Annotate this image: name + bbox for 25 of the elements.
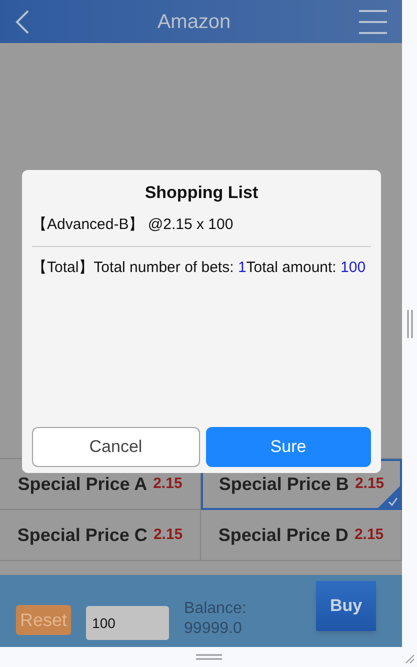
menu-icon[interactable] bbox=[358, 8, 388, 34]
sure-button[interactable]: Sure bbox=[206, 427, 371, 467]
option-odds: 2.15 bbox=[354, 524, 384, 545]
option-odds: 2.15 bbox=[153, 524, 183, 545]
scroll-grip-icon[interactable] bbox=[406, 310, 412, 338]
amount-field[interactable]: 100 bbox=[86, 606, 170, 640]
back-icon[interactable] bbox=[14, 8, 30, 34]
balance-value: 99999.0 bbox=[184, 619, 243, 639]
option-name: Special Price A bbox=[18, 472, 148, 496]
total-summary: 【Total】Total number of bets: 1Total amount: 100 bbox=[32, 258, 367, 278]
resize-grip-icon[interactable] bbox=[196, 654, 222, 660]
cancel-button[interactable]: Cancel bbox=[32, 427, 200, 467]
option-odds: 2.15 bbox=[354, 474, 384, 494]
buy-button[interactable]: Buy bbox=[316, 581, 376, 631]
balance-label: Balance: bbox=[184, 599, 246, 619]
option-cell[interactable]: Special Price D 2.15 bbox=[201, 510, 402, 561]
option-name: Special Price D bbox=[218, 524, 348, 547]
dialog-title: Shopping List bbox=[144, 182, 260, 204]
option-odds: 2.15 bbox=[153, 474, 182, 494]
option-name: Special Price B bbox=[218, 473, 349, 496]
order-line: 【Advanced-B】 @2.15 x 100 bbox=[32, 214, 371, 247]
corner-grip-icon[interactable] bbox=[405, 654, 415, 664]
option-cell[interactable]: Special Price C 2.15 bbox=[0, 510, 201, 561]
option-name: Special Price C bbox=[17, 524, 148, 547]
header-title: Amazon bbox=[157, 10, 231, 34]
